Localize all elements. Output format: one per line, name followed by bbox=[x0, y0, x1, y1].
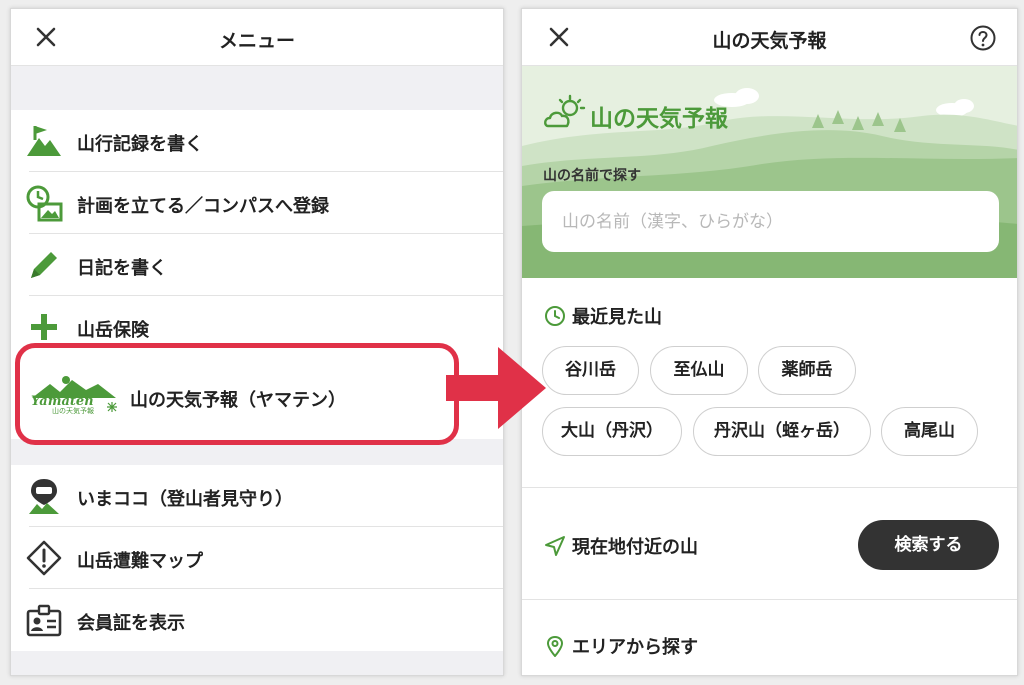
warning-diamond-icon bbox=[26, 540, 62, 576]
recent-mountain-chip[interactable]: 丹沢山（蛭ヶ岳） bbox=[693, 407, 871, 456]
mountain-flag-icon bbox=[27, 126, 61, 156]
menu-item-member-card[interactable]: 会員証を表示 bbox=[11, 589, 503, 651]
nearby-title-text: 現在地付近の山 bbox=[572, 537, 698, 558]
section-divider bbox=[522, 487, 1017, 488]
weather-hero-title: 山の天気予報 bbox=[590, 106, 728, 132]
menu-header: メニュー bbox=[11, 9, 503, 66]
menu-item-plan[interactable]: 計画を立てる／コンパスへ登録 bbox=[11, 172, 503, 234]
menu-item-label: 計画を立てる／コンパスへ登録 bbox=[77, 196, 329, 217]
pencil-icon bbox=[31, 252, 57, 278]
menu-item-imakoko[interactable]: いまココ（登山者見守り） bbox=[11, 465, 503, 527]
weather-panel: 山の天気予報 山の天気予報 山の名前で探す 山の名前（漢字、ひらがな） 最近見た… bbox=[521, 8, 1018, 676]
weather-header-title: 山の天気予報 bbox=[712, 30, 827, 52]
weather-hero: 山の天気予報 山の名前で探す bbox=[522, 66, 1017, 278]
menu-item-yamaten[interactable]: Yamaten 山の天気予報 山の天気予報（ヤマテン） bbox=[15, 343, 459, 445]
member-card-icon bbox=[26, 604, 62, 637]
menu-item-label: 山岳遭難マップ bbox=[77, 551, 203, 572]
mountain-search-input[interactable] bbox=[542, 191, 999, 252]
menu-spacer bbox=[11, 651, 503, 675]
arrow-right-icon bbox=[446, 347, 546, 429]
menu-title: メニュー bbox=[218, 30, 295, 52]
recent-mountain-chip[interactable]: 至仏山 bbox=[650, 346, 748, 395]
recent-mountain-chip[interactable]: 高尾山 bbox=[881, 407, 978, 456]
plus-icon bbox=[31, 314, 57, 340]
section-divider bbox=[522, 599, 1017, 600]
recent-mountain-chip[interactable]: 谷川岳 bbox=[542, 346, 639, 395]
yamaten-logo: Yamaten 山の天気予報 bbox=[31, 376, 117, 414]
partly-cloudy-icon bbox=[544, 94, 586, 128]
help-icon[interactable] bbox=[969, 24, 997, 52]
menu-item-label: 山行記録を書く bbox=[77, 134, 203, 155]
recent-mountains-title: 最近見た山 bbox=[544, 303, 662, 329]
nearby-search-button[interactable]: 検索する bbox=[858, 520, 999, 570]
area-search-title[interactable]: エリアから探す bbox=[544, 633, 698, 659]
menu-item-write-record[interactable]: 山行記録を書く bbox=[11, 110, 503, 172]
area-title-text: エリアから探す bbox=[572, 637, 698, 658]
menu-item-label: 山岳保険 bbox=[77, 320, 149, 341]
recent-title-text: 最近見た山 bbox=[572, 307, 662, 328]
clock-icon bbox=[545, 306, 565, 326]
map-pin-icon bbox=[546, 635, 564, 657]
menu-item-label: 山の天気予報（ヤマテン） bbox=[130, 390, 346, 411]
recent-mountain-chip[interactable]: 大山（丹沢） bbox=[542, 407, 682, 456]
nearby-mountains-title: 現在地付近の山 bbox=[544, 533, 698, 559]
menu-item-label: 日記を書く bbox=[77, 258, 167, 279]
menu-panel: メニュー 山行記録を書く 計画を立てる／コンパスへ登録 日記を書く 山岳保険 い… bbox=[10, 8, 504, 676]
search-label: 山の名前で探す bbox=[543, 168, 641, 184]
menu-item-label: 会員証を表示 bbox=[77, 613, 185, 634]
recent-mountain-chip[interactable]: 薬師岳 bbox=[758, 346, 856, 395]
location-arrow-icon bbox=[545, 536, 565, 556]
menu-item-accident-map[interactable]: 山岳遭難マップ bbox=[11, 527, 503, 589]
yamaten-subtitle: 山の天気予報 bbox=[52, 406, 94, 414]
menu-item-diary[interactable]: 日記を書く bbox=[11, 234, 503, 296]
imakoko-pin-icon bbox=[29, 479, 59, 514]
weather-header: 山の天気予報 bbox=[522, 9, 1017, 66]
menu-spacer bbox=[11, 66, 503, 110]
plan-clock-mountain-icon bbox=[26, 185, 63, 222]
menu-item-label: いまココ（登山者見守り） bbox=[77, 489, 293, 510]
